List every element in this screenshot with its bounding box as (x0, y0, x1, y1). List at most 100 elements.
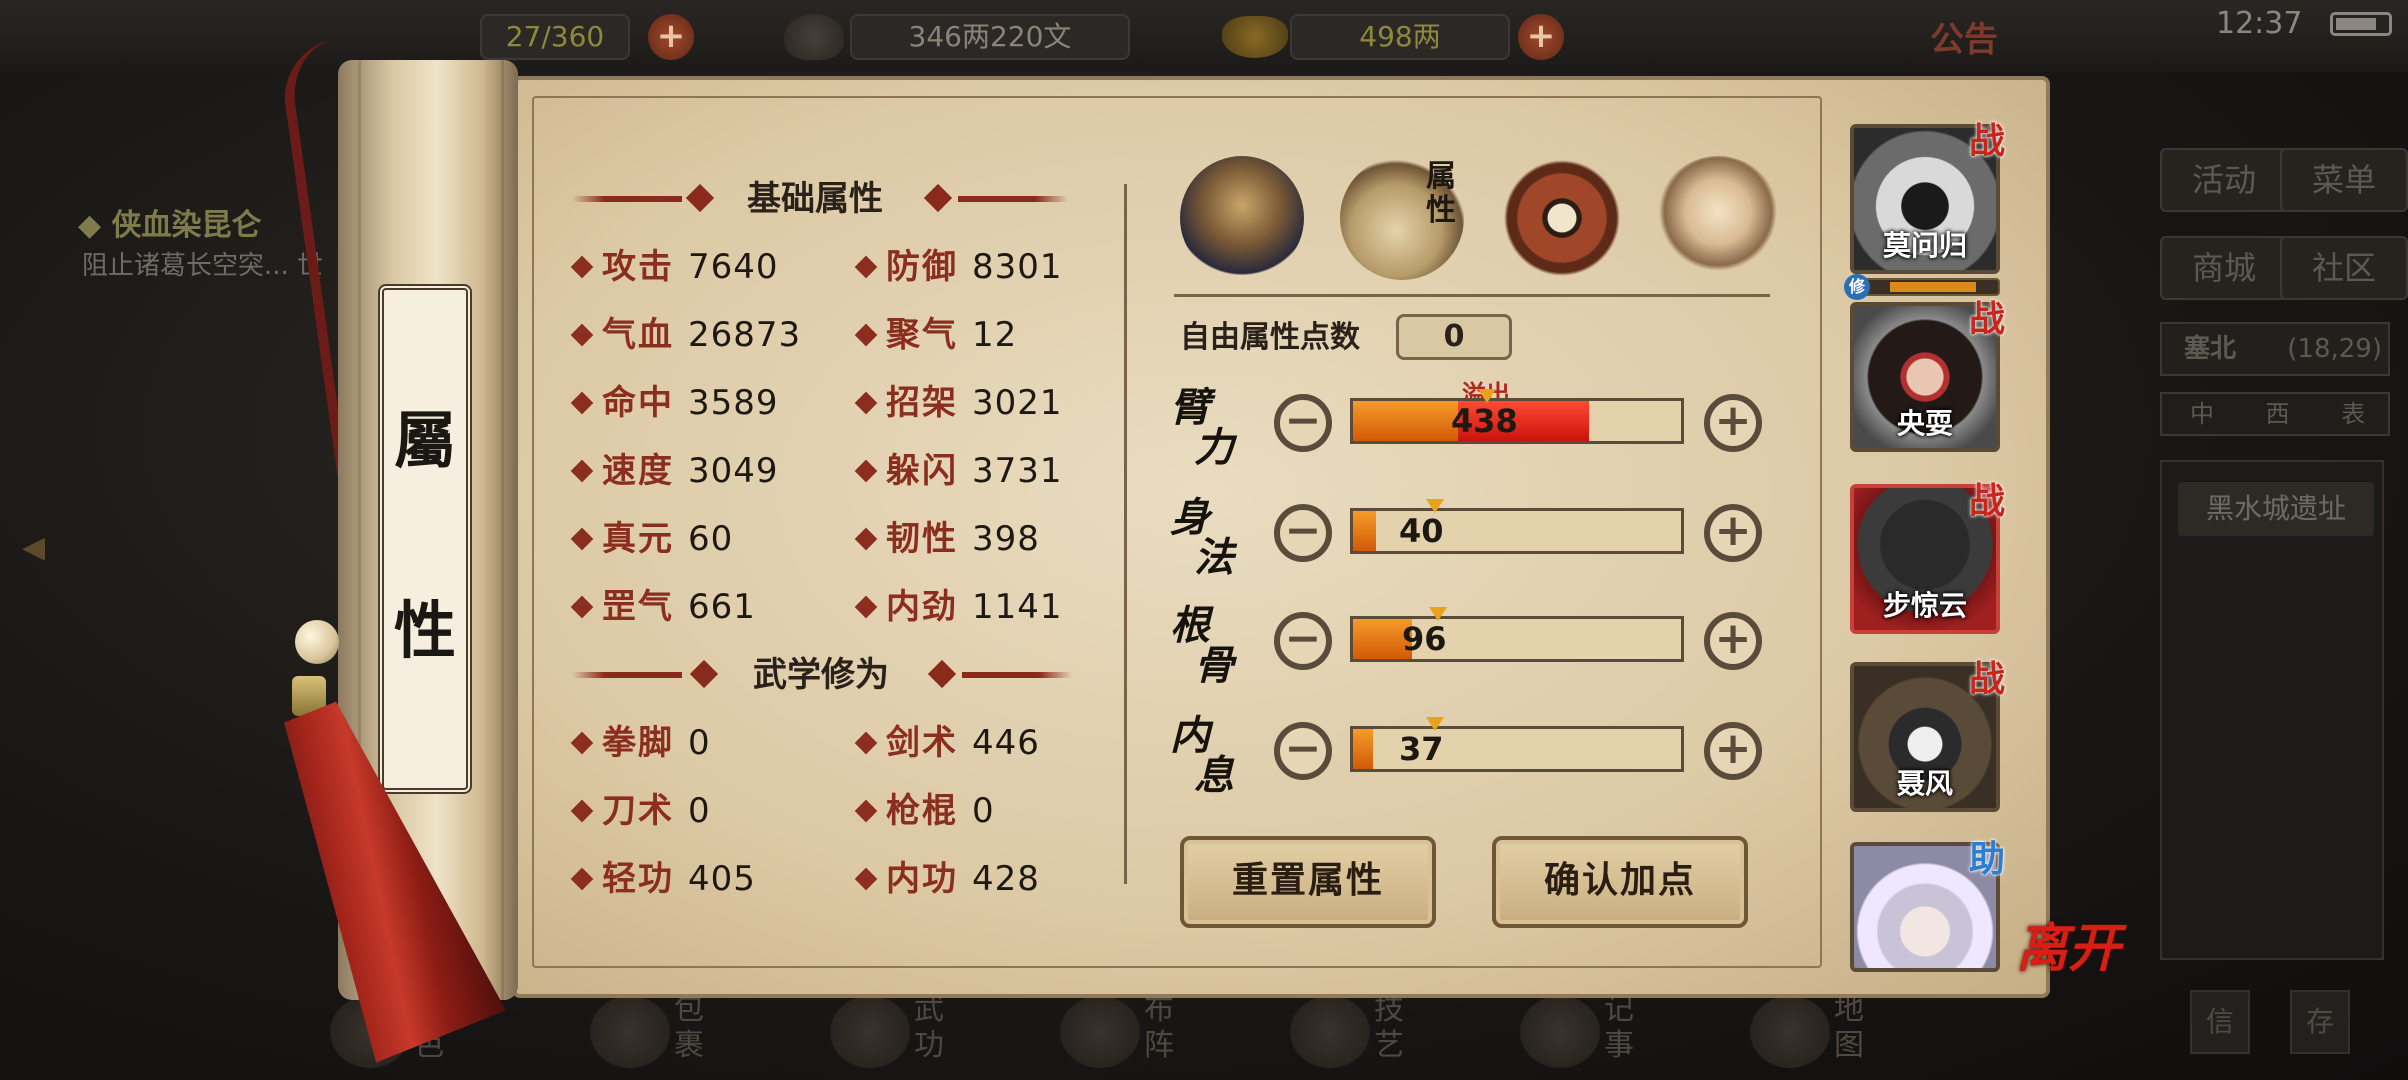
increase-button-0[interactable]: + (1704, 394, 1762, 452)
stat-martial-0: 拳脚 0 (568, 718, 711, 768)
scroll-title-char-2: 性 (393, 594, 456, 667)
increase-button-1[interactable]: + (1704, 504, 1762, 562)
increase-button-3[interactable]: + (1704, 722, 1762, 780)
diamond-bullet-icon (854, 255, 878, 278)
tab-character-icon[interactable] (1180, 156, 1304, 280)
ornament-right (958, 196, 1068, 202)
decrease-button-2[interactable]: − (1274, 612, 1332, 670)
gold-ingot-icon (1222, 16, 1288, 58)
attribute-name-1: 身法 (1170, 498, 1250, 578)
save-button[interactable]: 存 (2290, 990, 2350, 1054)
stat-basic-11: 内劲 1141 (852, 582, 1063, 632)
stat-name: 韧性 (886, 519, 958, 559)
party-role-badge: 战 (1968, 480, 2005, 522)
attribute-name-char: 根 (1170, 602, 1210, 649)
confirm-points-button[interactable]: 确认加点 (1492, 836, 1748, 928)
stat-name: 内功 (886, 859, 958, 899)
stat-value: 26873 (688, 315, 802, 355)
attribute-bar-3: 37 (1350, 717, 1684, 772)
menu-button[interactable]: 菜单 (2280, 148, 2408, 212)
party-member-name: 聂风 (1896, 767, 1953, 800)
stat-basic-5: 招架 3021 (852, 378, 1063, 428)
increase-button-2[interactable]: + (1704, 612, 1762, 670)
diamond-bullet-icon (570, 323, 594, 346)
ornament-right (962, 672, 1072, 678)
nav-map[interactable]: 地图 (1750, 990, 1900, 1076)
reset-attributes-button[interactable]: 重置属性 (1180, 836, 1436, 928)
stat-name: 枪棍 (886, 791, 958, 831)
decrease-button-1[interactable]: − (1274, 504, 1332, 562)
cultivation-progress-bar: 修 (1844, 274, 2000, 300)
scroll-title-label: 屬 性 (378, 284, 472, 794)
stat-basic-0: 攻击 7640 (568, 242, 779, 292)
location-coords: (18,29) (2287, 334, 2382, 364)
left-arrow-icon[interactable]: ◀ (22, 518, 68, 578)
stat-value: 12 (972, 315, 1018, 355)
coin-icon (784, 14, 844, 60)
diamond-bullet-icon (854, 527, 878, 550)
stat-value: 398 (972, 519, 1040, 559)
stat-martial-5: 内功 428 (852, 854, 1040, 904)
tab-bagua-icon[interactable] (1500, 156, 1624, 280)
stat-value: 3021 (972, 383, 1063, 423)
shop-button[interactable]: 商城 (2160, 236, 2288, 300)
stat-value: 8301 (972, 247, 1063, 287)
jade-bead (295, 620, 339, 664)
decrease-button-0[interactable]: − (1274, 394, 1332, 452)
stat-name: 气血 (602, 315, 674, 355)
stat-value: 3731 (972, 451, 1063, 491)
stat-value: 0 (972, 791, 995, 831)
stat-name: 招架 (886, 383, 958, 423)
stat-name: 拳脚 (602, 723, 674, 763)
attribute-name-char: 内 (1170, 712, 1210, 759)
party-member-name: 央耍 (1896, 407, 1953, 440)
attribute-bar-0: 438 (1350, 389, 1684, 444)
add-gold-button[interactable]: + (1518, 14, 1564, 60)
stat-value: 7640 (688, 247, 779, 287)
money-value: 346两220文 (908, 20, 1072, 53)
tab-attributes-label: 属性 (1426, 159, 1456, 228)
diamond-bullet-icon (570, 255, 594, 278)
stat-value: 661 (688, 587, 756, 627)
stamina-display: 27/360 (480, 14, 630, 60)
free-points-label: 自由属性点数 (1180, 320, 1360, 355)
diamond-bullet-icon (570, 391, 594, 414)
activity-button[interactable]: 活动 (2160, 148, 2288, 212)
nav-inventory[interactable]: 包裹 (590, 990, 740, 1076)
decrease-button-3[interactable]: − (1274, 722, 1332, 780)
stat-basic-3: 聚气 12 (852, 310, 1017, 360)
free-points-value: 0 (1396, 314, 1512, 360)
diamond-bullet-icon (854, 459, 878, 482)
tab-attributes-icon[interactable]: 属性 (1340, 156, 1464, 280)
stat-basic-4: 命中 3589 (568, 378, 779, 428)
stat-name: 刀术 (602, 791, 674, 831)
leave-button[interactable]: 离开 (2016, 906, 2120, 981)
attribute-value: 40 (1399, 512, 1444, 550)
community-button[interactable]: 社区 (2280, 236, 2408, 300)
party-member-name: 莫问归 (1882, 229, 1967, 262)
quest-title[interactable]: ◆ 侠血染昆仑 (78, 200, 262, 244)
add-stamina-button[interactable]: + (648, 14, 694, 60)
nav-journal[interactable]: 记事 (1520, 990, 1670, 1076)
tab-meridian-icon[interactable] (1656, 156, 1780, 280)
stat-value: 3589 (688, 383, 779, 423)
stat-basic-8: 真元 60 (568, 514, 733, 564)
attribute-bar-2: 96 (1350, 607, 1684, 662)
nav-formation[interactable]: 布阵 (1060, 990, 1210, 1076)
nav-martial-arts[interactable]: 武功 (830, 990, 980, 1076)
stat-name: 命中 (602, 383, 674, 423)
attribute-name-char: 法 (1194, 534, 1234, 581)
stat-value: 405 (688, 859, 756, 899)
attribute-name-3: 内息 (1170, 716, 1250, 796)
scroll-title-char-1: 屬 (393, 404, 456, 477)
stat-value: 60 (688, 519, 734, 559)
basic-attributes-title: 基础属性 (747, 179, 883, 219)
location-display: (18,29) 塞北 (2160, 322, 2390, 376)
notice-button[interactable]: 公告 (1930, 12, 1998, 61)
stat-name: 防御 (886, 247, 958, 287)
mail-button[interactable]: 信 (2190, 990, 2250, 1054)
attribute-value: 438 (1451, 402, 1518, 440)
pot-icon (1290, 996, 1370, 1068)
stat-name: 真元 (602, 519, 674, 559)
nav-skills[interactable]: 技艺 (1290, 990, 1440, 1076)
